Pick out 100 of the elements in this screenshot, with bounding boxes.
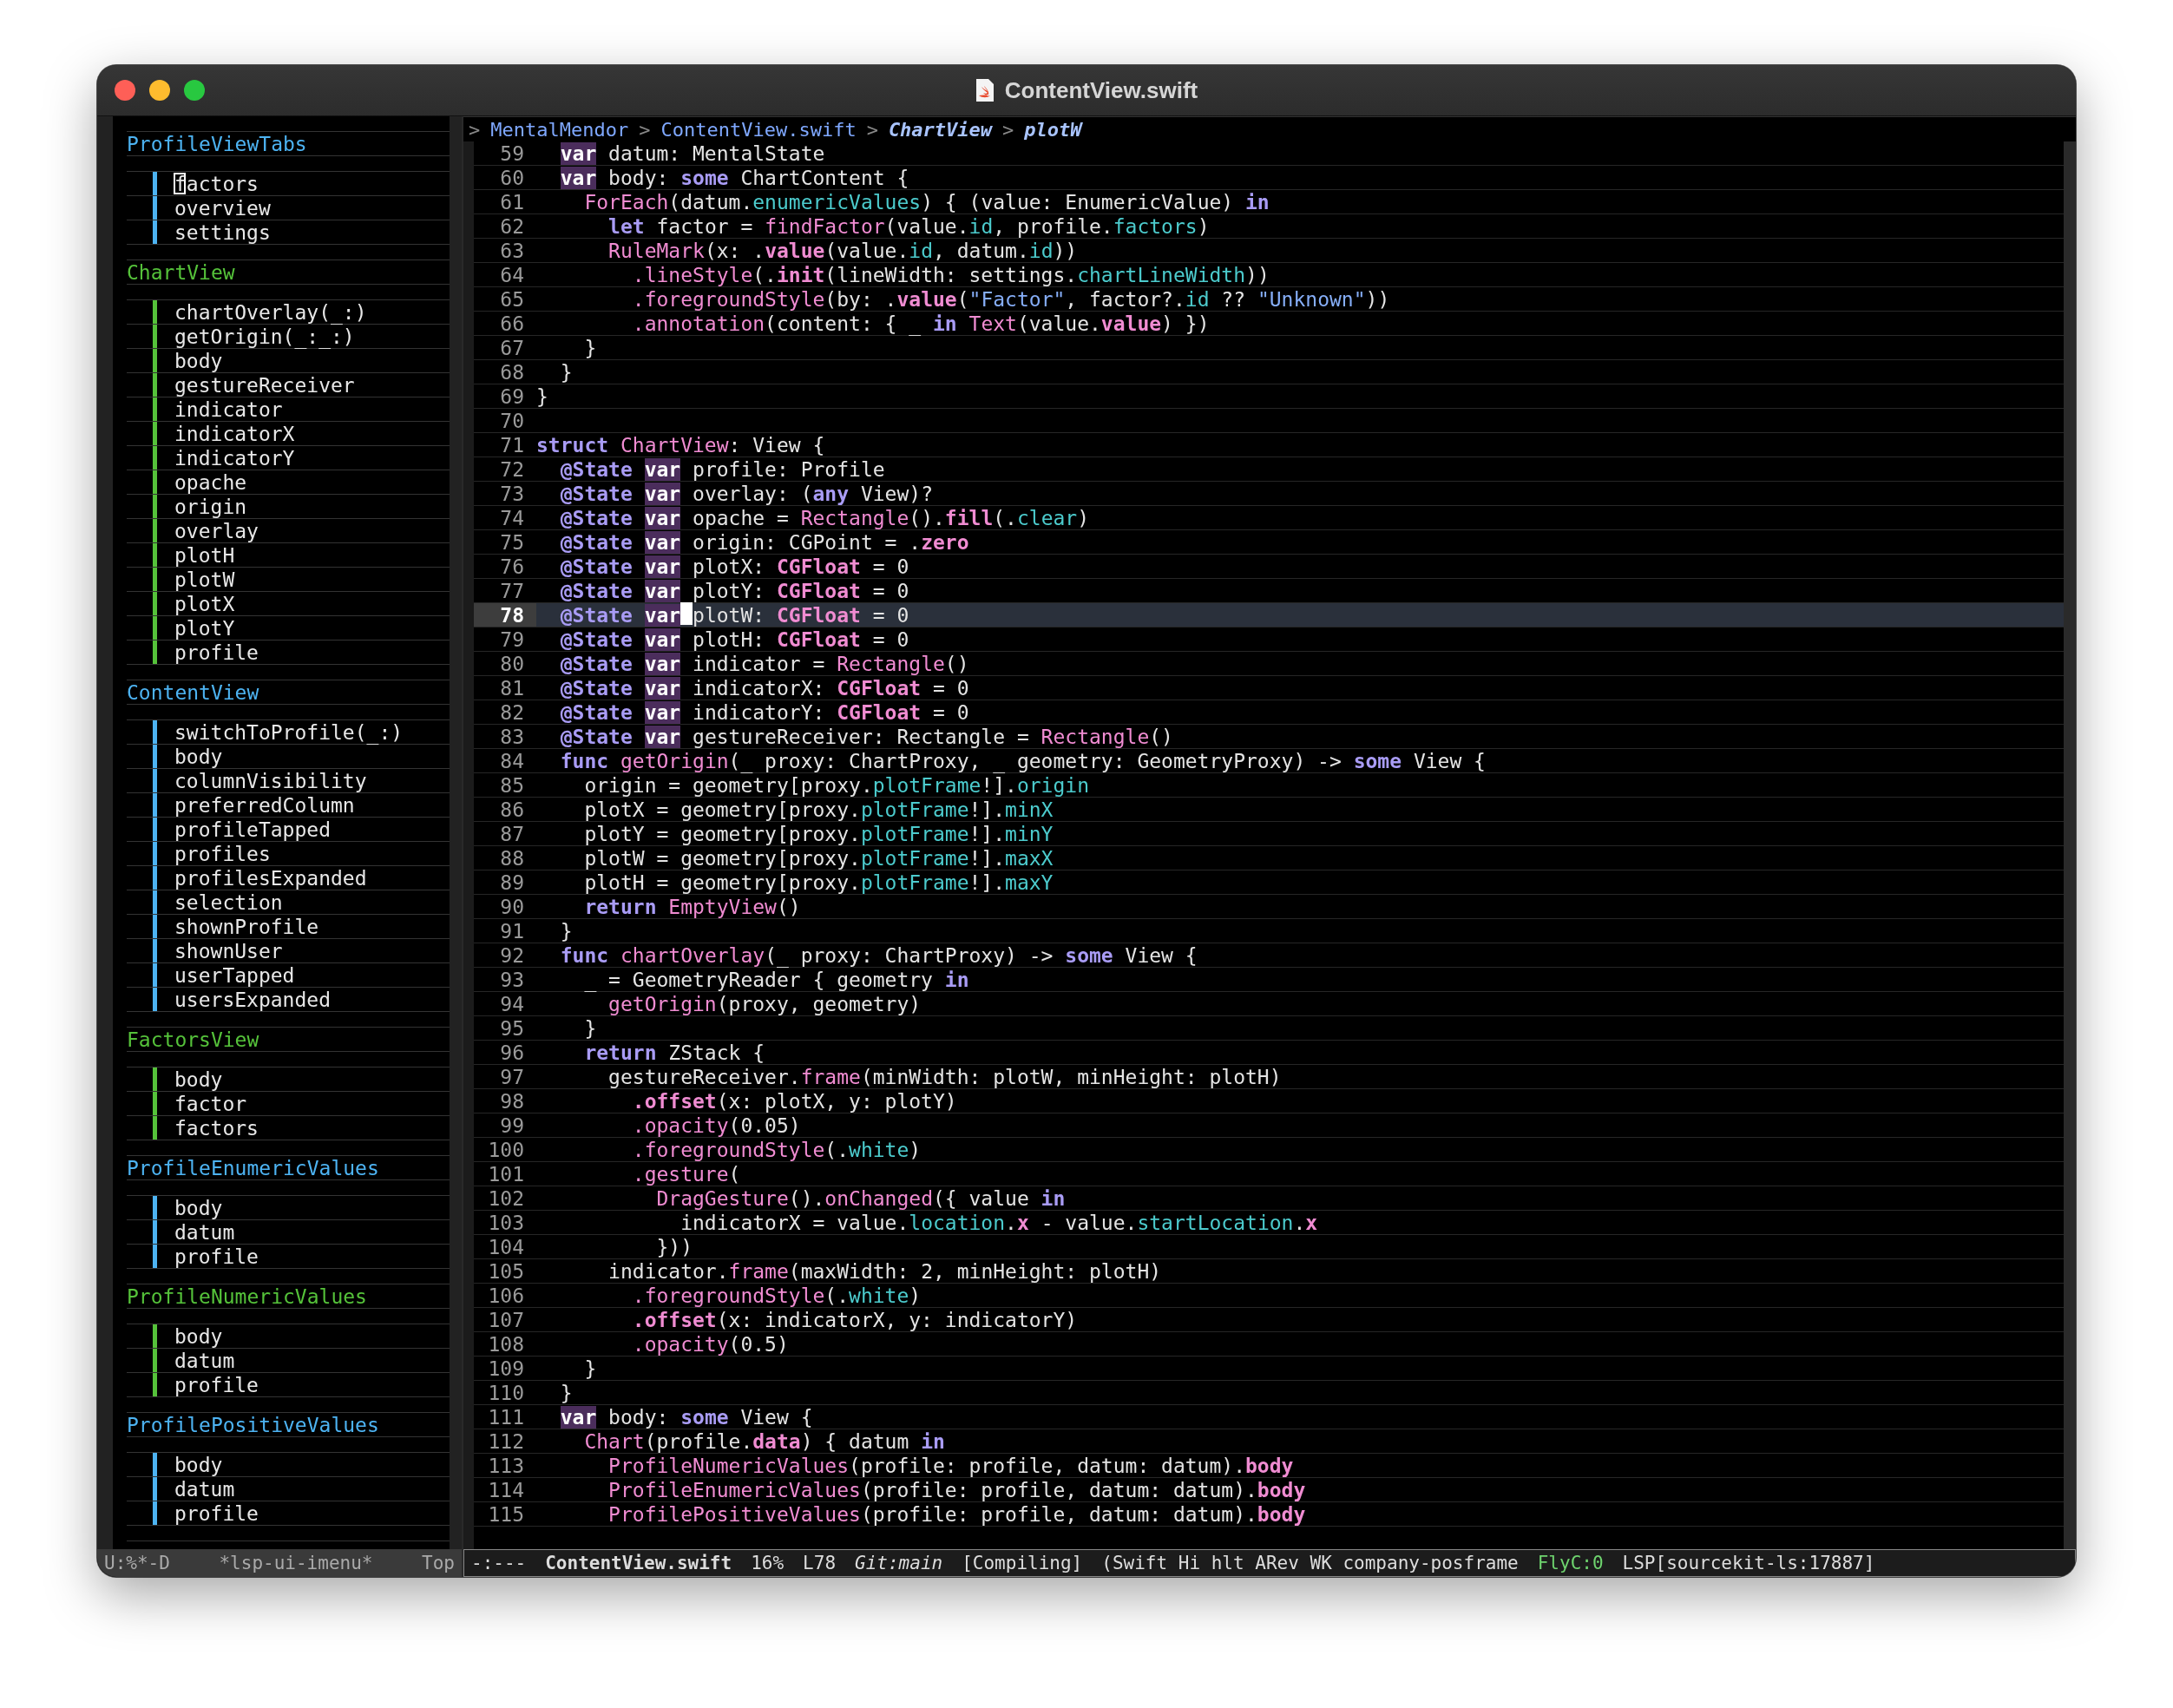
code-line: func getOrigin(_ proxy: ChartProxy, _ geometry: GeometryProxy) -> some View { [559,749,1486,772]
line-number: 61 [499,190,525,214]
separator-text: > [639,118,651,141]
outline-item[interactable]: body [174,1068,223,1091]
outline-item[interactable]: profilesExpanded [174,866,367,890]
outline-item[interactable]: columnVisibility [174,769,367,792]
outline-item[interactable]: gestureReceiver [174,373,355,397]
outline-item[interactable]: getOrigin(_:_:) [174,325,355,348]
line-number: 109 [487,1357,525,1380]
outline-item[interactable]: datum [174,1349,235,1372]
outline-item[interactable]: factors [174,1116,259,1140]
line-number: 108 [487,1332,525,1356]
line-number: 86 [499,798,525,821]
outline-item[interactable]: origin [174,495,247,518]
line-number: 80 [499,652,525,675]
scrollbar[interactable] [450,116,462,1549]
outline-item[interactable]: indicatorY [174,446,295,470]
code-line: @State var indicator = Rectangle() [559,652,969,675]
code-line: RuleMark(x: .value(value.id, datum.id)) [607,239,1078,262]
mode-line-text: *lsp-ui-imenu* [219,1553,373,1573]
zoom-button[interactable] [184,80,205,101]
mode-line-text: LSP[sourcekit-ls:17887] [1622,1553,1875,1573]
mode-line-text: -:--- [471,1553,527,1573]
code-line: @State var plotX: CGFloat = 0 [559,555,909,578]
code-line: func chartOverlay(_ proxy: ChartProxy) -> some View { [559,943,1198,967]
line-number: 101 [487,1162,525,1186]
outline-item[interactable]: datum [174,1477,235,1501]
outline-item[interactable]: plotW [174,568,235,591]
outline-item[interactable]: body [174,1453,223,1476]
mode-line-text: 16% [751,1553,785,1573]
code-line: origin = geometry[proxy.plotFrame!].origin [583,773,1089,797]
code-line: .foregroundStyle(.white) [631,1138,922,1161]
outline-item[interactable]: profileTapped [174,818,331,841]
outline-item[interactable]: factor [174,1092,247,1115]
outline-item[interactable]: body [174,1324,223,1348]
outline-item[interactable]: userTapped [174,963,295,987]
outline-item[interactable]: opache [174,470,247,494]
line-number: 67 [499,336,525,359]
outline-heading[interactable]: ProfileEnumericValues [127,1156,379,1179]
line-number: 107 [487,1308,525,1331]
outline-item[interactable]: shownProfile [174,915,319,938]
outline-item[interactable]: datum [174,1220,235,1244]
code-line: @State var origin: CGPoint = .zero [559,530,969,554]
line-number: 115 [487,1502,525,1526]
outline-item[interactable]: plotY [174,616,235,640]
code-line: var datum: MentalState [559,141,825,165]
code-line: plotX = geometry[proxy.plotFrame!].minX [583,798,1054,821]
outline-item[interactable]: shownUser [174,939,283,962]
outline-item[interactable]: profile [174,1501,259,1525]
line-number: 97 [499,1065,525,1088]
outline-heading[interactable]: ProfileNumericValues [127,1284,367,1308]
outline-item[interactable]: profile [174,640,259,664]
code-line: ProfilePositiveValues(profile: profile, datum: datum).body [607,1502,1306,1526]
window-title: ContentView.swift [1004,76,1198,104]
outline-heading[interactable]: ProfilePositiveValues [127,1413,379,1436]
line-number: 69 [499,384,525,408]
code-line: plotY = geometry[proxy.plotFrame!].minY [583,822,1054,845]
outline-item[interactable]: chartOverlay(_:) [174,300,367,324]
outline-item[interactable]: overview [174,196,271,220]
close-button[interactable] [115,80,135,101]
minimize-button[interactable] [149,80,170,101]
line-number: 100 [487,1138,525,1161]
outline-heading[interactable]: ChartView [127,260,235,284]
outline-item[interactable]: preferredColumn [174,793,355,817]
breadcrumb-link[interactable]: MentalMendor [490,118,629,141]
breadcrumb-link[interactable]: plotW [1024,118,1082,141]
outline-item[interactable]: selection [174,890,283,914]
outline-item[interactable]: profiles [174,842,271,865]
outline-item[interactable]: body [174,1196,223,1219]
breadcrumb-link[interactable]: ChartView [888,118,993,141]
outline-item[interactable]: body [174,745,223,768]
code-line: var body: some ChartContent { [559,166,909,189]
mode-line-text: L78 [803,1553,837,1573]
outline-item[interactable]: overlay [174,519,259,542]
outline-item[interactable]: settings [174,220,271,244]
outline-item[interactable]: usersExpanded [174,988,331,1011]
mode-line-text: U:%*-D [104,1553,170,1573]
outline-item[interactable]: switchToProfile(_:) [174,720,404,744]
code-line: @State var overlay: (any View)? [559,482,933,505]
mode-line-text: Top [422,1553,455,1573]
code-line: @State var gestureReceiver: Rectangle = Rectangle() [559,725,1173,748]
outline-item[interactable]: plotH [174,543,235,567]
breadcrumb-link[interactable]: ContentView.swift [660,118,857,141]
outline-heading[interactable]: FactorsView [127,1028,259,1051]
code-line: ProfileNumericValues(profile: profile, datum: datum).body [607,1454,1294,1477]
outline-item[interactable]: body [174,349,223,372]
scrollbar[interactable] [2064,141,2076,1549]
outline-item[interactable]: plotX [174,592,235,615]
outline-item[interactable]: profile [174,1373,259,1396]
outline-item[interactable]: profile [174,1245,259,1268]
line-number: 88 [499,846,525,870]
outline-heading[interactable]: ProfileViewTabs [127,132,307,155]
code-line: .offset(x: indicatorX, y: indicatorY) [631,1308,1078,1331]
outline-heading[interactable]: ContentView [127,680,259,704]
outline-item[interactable]: indicatorX [174,422,295,445]
line-number: 59 [499,141,525,165]
mode-line-text: [Compiling] [962,1553,1083,1573]
line-number: 64 [499,263,525,286]
outline-item[interactable]: indicator [174,397,283,421]
line-number: 70 [499,409,525,432]
